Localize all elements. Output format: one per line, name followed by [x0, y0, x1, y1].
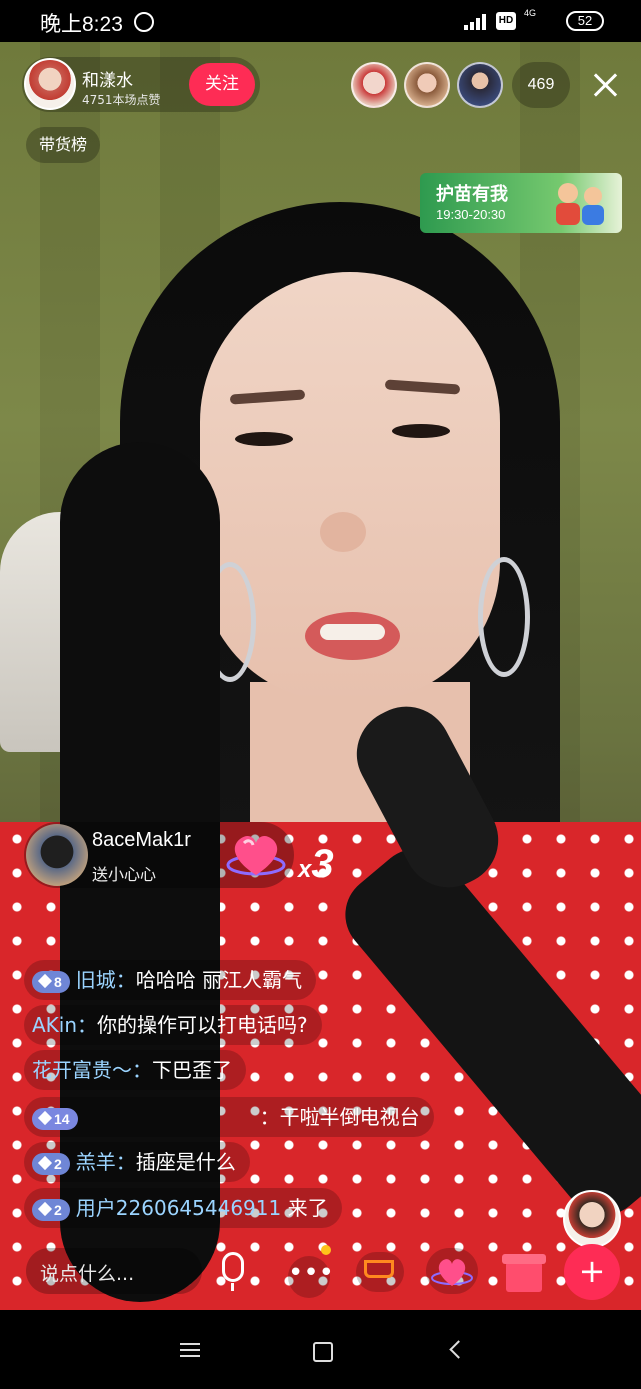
heart-gift-icon — [226, 836, 286, 876]
gift-combo-count: x3 — [298, 842, 334, 886]
status-time: 晚上8:23 — [40, 13, 123, 36]
comment-item[interactable]: 14 ：干啦半倒电视台 — [24, 1097, 434, 1137]
host-mini-avatar[interactable] — [563, 1190, 621, 1248]
comment-text: 哈哈哈 丽江人霸气 — [135, 968, 303, 992]
network-4g-icon: 4G — [524, 8, 537, 18]
comment-text: 你的操作可以打电话吗? — [97, 1013, 308, 1037]
like-heart-icon[interactable] — [426, 1248, 478, 1294]
host-likes: 4751本场点赞 — [82, 93, 161, 107]
viewer-avatar[interactable] — [404, 62, 450, 108]
home-icon[interactable] — [313, 1342, 333, 1362]
menu-icon[interactable] — [180, 1343, 200, 1357]
viewer-avatar[interactable] — [351, 62, 397, 108]
status-bar: 晚上8:23 HD 4G 52 — [0, 0, 641, 42]
user-level-badge: 2 — [32, 1152, 70, 1175]
viewer-count[interactable]: 469 — [512, 62, 570, 108]
comment-username[interactable]: 羔羊： — [76, 1150, 136, 1174]
follow-button[interactable]: 关注 — [189, 63, 255, 106]
signal-icon — [464, 14, 488, 30]
comment-text: 下巴歪了 — [152, 1058, 232, 1082]
banner-title: 护苗有我 — [436, 184, 508, 205]
banner-time: 19:30-20:30 — [436, 207, 506, 222]
battery-icon: 52 — [566, 11, 604, 31]
gift-action: 送小心心 — [92, 865, 157, 884]
comment-username[interactable]: 用户2260645446911 — [76, 1196, 281, 1220]
live-stream-screen: 晚上8:23 HD 4G 52 和漾水 4751本场点赞 关注 469 带货榜 … — [0, 0, 641, 1389]
gift-box-icon[interactable] — [500, 1246, 548, 1294]
viewer-avatar[interactable] — [457, 62, 503, 108]
close-icon[interactable] — [590, 70, 620, 100]
comment-text: 插座是什么 — [135, 1150, 236, 1174]
add-button[interactable]: + — [564, 1244, 620, 1300]
sales-ranking-button[interactable]: 带货榜 — [26, 127, 100, 163]
comment-item[interactable]: 8 旧城：哈哈哈 丽江人霸气 — [24, 960, 317, 1000]
user-level-badge: 14 — [32, 1107, 78, 1130]
hd-icon: HD — [496, 12, 516, 30]
gift-sender-name: 8aceMak1r — [92, 829, 191, 851]
host-avatar[interactable] — [24, 58, 76, 110]
comment-username[interactable]: 旧城： — [76, 968, 136, 992]
comment-item[interactable]: AKin：你的操作可以打电话吗? — [24, 1005, 322, 1045]
more-icon[interactable]: ••• — [288, 1256, 334, 1298]
comment-item[interactable]: 2 羔羊：插座是什么 — [24, 1142, 250, 1182]
comment-item[interactable]: 花开富贵～：下巴歪了 — [24, 1050, 246, 1090]
comment-username[interactable]: 花开富贵～： — [32, 1058, 152, 1082]
comment-input-placeholder: 说点什么... — [40, 1263, 135, 1285]
gift-sender-avatar[interactable] — [26, 824, 88, 886]
notification-dot — [321, 1245, 331, 1255]
host-name: 和漾水 — [82, 71, 133, 91]
comment-item[interactable]: 2 用户2260645446911 来了 — [24, 1188, 342, 1228]
microphone-icon[interactable] — [222, 1252, 244, 1291]
shopping-cart-icon[interactable] — [356, 1252, 404, 1292]
children-illustration-icon — [550, 177, 614, 229]
comment-text: 来了 — [281, 1196, 328, 1220]
user-level-badge: 8 — [32, 970, 70, 993]
comment-text: ：干啦半倒电视台 — [259, 1105, 420, 1129]
user-level-badge: 2 — [32, 1198, 70, 1221]
alarm-icon — [134, 12, 154, 32]
comment-username[interactable]: AKin： — [32, 1013, 97, 1037]
